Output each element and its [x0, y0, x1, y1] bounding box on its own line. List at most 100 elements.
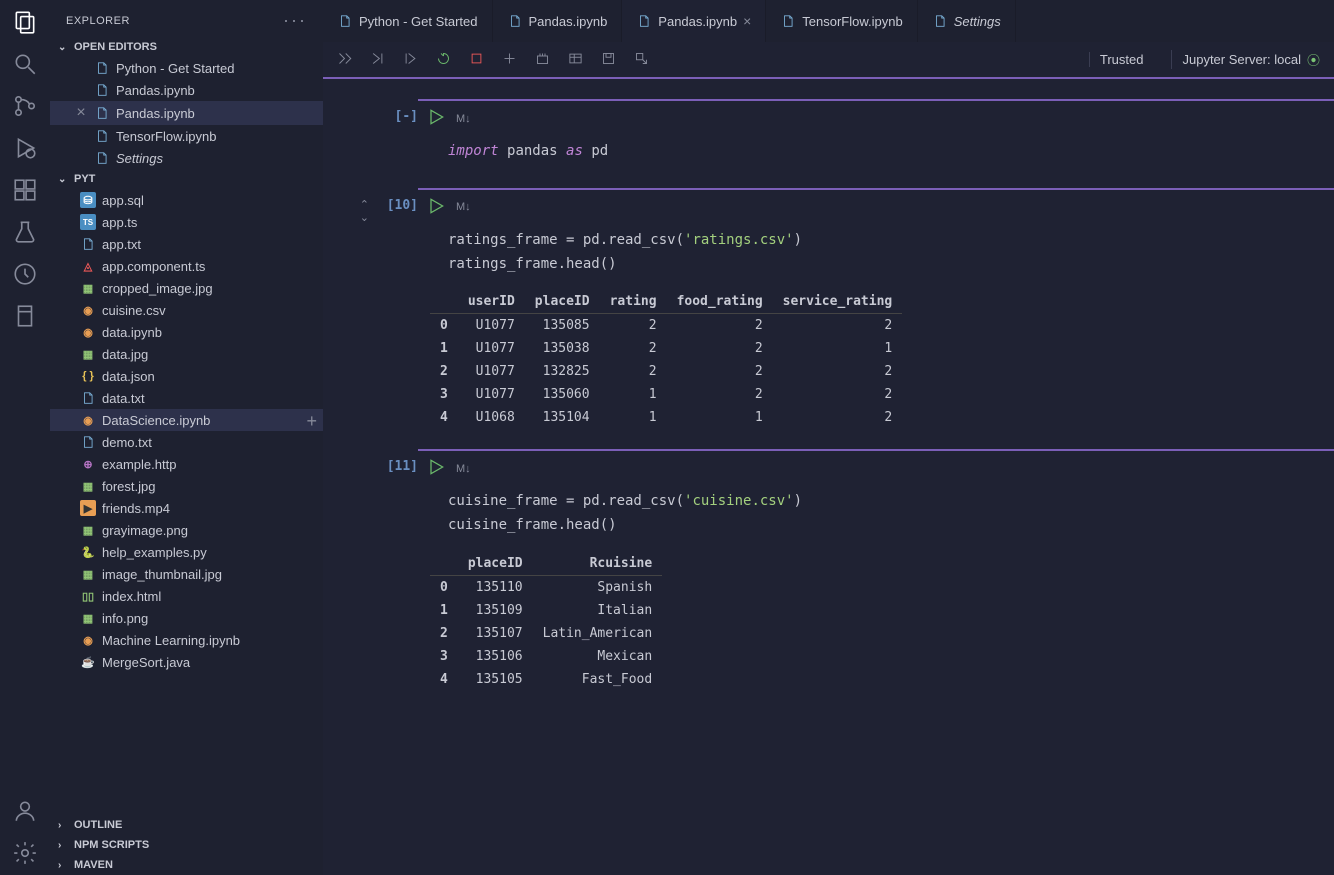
exec-count: [10]	[373, 188, 418, 430]
fold-down-icon[interactable]: ⌄	[323, 211, 369, 224]
file-item[interactable]: ◬app.component.ts	[50, 255, 323, 277]
file-item[interactable]: data.txt	[50, 387, 323, 409]
editor-tab[interactable]: Pandas.ipynb	[493, 0, 623, 42]
outline-header[interactable]: ›OUTLINE	[50, 815, 323, 835]
file-name: cropped_image.jpg	[102, 281, 213, 296]
run-debug-icon[interactable]	[11, 134, 39, 162]
run-cell-icon[interactable]	[426, 457, 446, 480]
tab-label: Pandas.ipynb	[658, 14, 737, 29]
open-editor-item[interactable]: Python - Get Started	[50, 57, 323, 79]
code-input[interactable]: import pandas as pd	[418, 136, 1334, 168]
file-item[interactable]: ☕MergeSort.java	[50, 651, 323, 673]
new-file-icon[interactable]: +	[306, 411, 317, 432]
notebook-cell: [11]M↓cuisine_frame = pd.read_csv('cuisi…	[323, 449, 1334, 691]
notebook-cell: [-]M↓import pandas as pd	[323, 99, 1334, 168]
open-editor-item[interactable]: × Pandas.ipynb	[50, 101, 323, 125]
run-cell-icon[interactable]	[426, 196, 446, 219]
notebook-toolbar: Trusted Jupyter Server: local⦿	[323, 42, 1334, 79]
add-cell-icon[interactable]	[502, 51, 517, 69]
file-item[interactable]: { }data.json	[50, 365, 323, 387]
sidebar-header: EXPLORER ···	[50, 0, 323, 37]
run-below-icon[interactable]	[403, 51, 418, 69]
file-name: Settings	[116, 151, 163, 166]
maven-header[interactable]: ›MAVEN	[50, 855, 323, 875]
editor-tab[interactable]: Settings	[918, 0, 1016, 42]
file-icon	[780, 13, 796, 29]
stop-icon[interactable]	[469, 51, 484, 69]
test-icon[interactable]	[11, 218, 39, 246]
restart-icon[interactable]	[436, 51, 451, 69]
file-name: Pandas.ipynb	[116, 106, 195, 121]
file-item[interactable]: app.txt	[50, 233, 323, 255]
open-editor-item[interactable]: TensorFlow.ipynb	[50, 125, 323, 147]
source-control-icon[interactable]	[11, 92, 39, 120]
file-item[interactable]: ▦forest.jpg	[50, 475, 323, 497]
file-item[interactable]: ▦data.jpg	[50, 343, 323, 365]
extensions-icon[interactable]	[11, 176, 39, 204]
gutter	[323, 449, 373, 691]
open-editor-item[interactable]: Pandas.ipynb	[50, 79, 323, 101]
code-input[interactable]: cuisine_frame = pd.read_csv('cuisine.csv…	[418, 486, 1334, 542]
search-icon[interactable]	[11, 50, 39, 78]
file-name: index.html	[102, 589, 161, 604]
gutter	[323, 99, 373, 168]
file-item[interactable]: ▦grayimage.png	[50, 519, 323, 541]
open-editors-header[interactable]: ⌄ OPEN EDITORS	[50, 37, 323, 57]
file-item[interactable]: 🐍help_examples.py	[50, 541, 323, 563]
cell-output: placeIDRcuisine0135110Spanish1135109Ital…	[418, 542, 1334, 691]
file-item[interactable]: ▯▯index.html	[50, 585, 323, 607]
npm-header[interactable]: ›NPM SCRIPTS	[50, 835, 323, 855]
file-name: data.ipynb	[102, 325, 162, 340]
sidebar-title: EXPLORER	[66, 15, 283, 27]
editor-tab[interactable]: Pandas.ipynb ×	[622, 0, 766, 42]
history-icon[interactable]	[11, 260, 39, 288]
code-input[interactable]: ratings_frame = pd.read_csv('ratings.csv…	[418, 225, 1334, 281]
clear-output-icon[interactable]	[535, 51, 550, 69]
folder-header[interactable]: ⌄ PYT	[50, 169, 323, 189]
chevron-down-icon: ⌄	[58, 42, 70, 53]
file-icon	[636, 13, 652, 29]
close-icon[interactable]: ×	[743, 13, 751, 29]
editor-tab[interactable]: Python - Get Started	[323, 0, 493, 42]
export-icon[interactable]	[634, 51, 649, 69]
file-item[interactable]: ◉cuisine.csv	[50, 299, 323, 321]
file-item[interactable]: ▦cropped_image.jpg	[50, 277, 323, 299]
file-name: data.jpg	[102, 347, 148, 362]
file-name: Machine Learning.ipynb	[102, 633, 240, 648]
file-item[interactable]: ▶friends.mp4	[50, 497, 323, 519]
file-name: image_thumbnail.jpg	[102, 567, 222, 582]
tab-label: Python - Get Started	[359, 14, 478, 29]
file-item[interactable]: TSapp.ts	[50, 211, 323, 233]
book-icon[interactable]	[11, 302, 39, 330]
file-item[interactable]: ▦image_thumbnail.jpg	[50, 563, 323, 585]
run-above-icon[interactable]	[370, 51, 385, 69]
file-item[interactable]: ⛁app.sql	[50, 189, 323, 211]
file-item[interactable]: ▦info.png	[50, 607, 323, 629]
file-name: grayimage.png	[102, 523, 188, 538]
explorer-icon[interactable]	[11, 8, 39, 36]
outline-label: OUTLINE	[74, 819, 122, 831]
file-item[interactable]: ◉data.ipynb	[50, 321, 323, 343]
settings-icon[interactable]	[11, 839, 39, 867]
trusted-status[interactable]: Trusted	[1089, 52, 1154, 67]
account-icon[interactable]	[11, 797, 39, 825]
open-editor-item[interactable]: Settings	[50, 147, 323, 169]
file-name: cuisine.csv	[102, 303, 166, 318]
file-item[interactable]: demo.txt	[50, 431, 323, 453]
file-name: forest.jpg	[102, 479, 155, 494]
file-item[interactable]: ⊕example.http	[50, 453, 323, 475]
editor-tab[interactable]: TensorFlow.ipynb	[766, 0, 917, 42]
run-cell-icon[interactable]	[426, 107, 446, 130]
run-all-icon[interactable]	[337, 51, 352, 69]
file-item[interactable]: ◉DataScience.ipynb+	[50, 409, 323, 431]
file-name: app.sql	[102, 193, 144, 208]
close-icon[interactable]: ×	[74, 104, 88, 122]
sidebar-more-icon[interactable]: ···	[283, 10, 307, 31]
save-icon[interactable]	[601, 51, 616, 69]
fold-up-icon[interactable]: ⌃	[323, 198, 369, 211]
file-item[interactable]: ◉Machine Learning.ipynb	[50, 629, 323, 651]
file-name: friends.mp4	[102, 501, 170, 516]
jupyter-server-status[interactable]: Jupyter Server: local⦿	[1171, 50, 1320, 69]
variables-icon[interactable]	[568, 51, 583, 69]
file-name: TensorFlow.ipynb	[116, 129, 216, 144]
